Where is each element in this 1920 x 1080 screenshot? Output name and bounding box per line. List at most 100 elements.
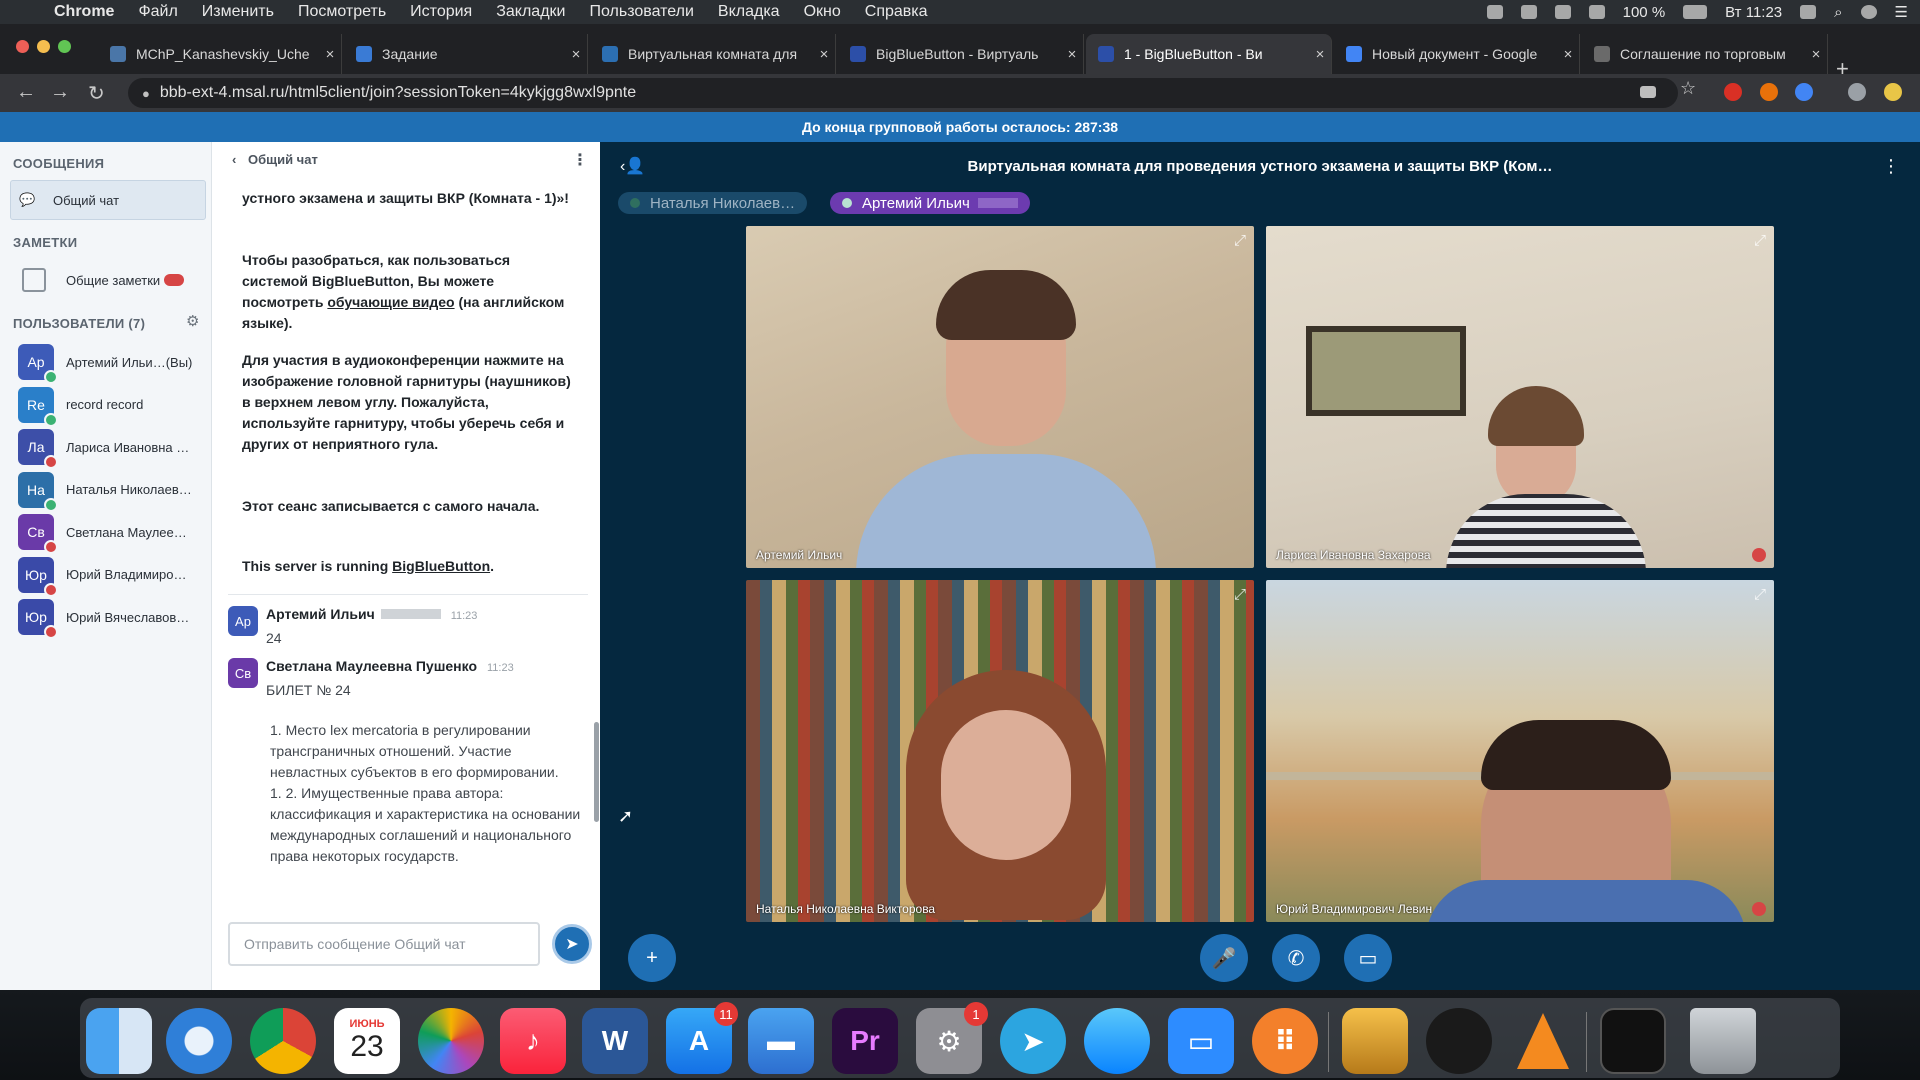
user-list-item[interactable]: Св Светлана Маулее… (18, 512, 208, 554)
fullscreen-icon[interactable]: ⤢ (1234, 586, 1246, 603)
display-icon[interactable] (1588, 5, 1605, 19)
profile-avatar-icon[interactable] (1848, 83, 1866, 101)
browser-tab[interactable]: Новый документ - Google × (1334, 34, 1580, 74)
forward-arrow-icon[interactable]: → (50, 81, 70, 104)
browser-tab[interactable]: Соглашение по торговым × (1582, 34, 1828, 74)
browser-tab[interactable]: MChP_Kanashevskiy_Uche × (98, 34, 342, 74)
menu-help[interactable]: Справка (865, 3, 928, 21)
spotlight-search-icon[interactable]: ⌕ (1834, 4, 1842, 21)
audio-phone-button[interactable]: ✆ (1272, 934, 1320, 982)
tab-close-icon[interactable]: × (1309, 46, 1331, 63)
tab-close-icon[interactable]: × (1805, 46, 1827, 63)
menu-bookmarks[interactable]: Закладки (496, 3, 565, 21)
browser-tab[interactable]: Виртуальная комната для × (590, 34, 836, 74)
bigbluebutton-link[interactable]: BigBlueButton (392, 558, 490, 574)
send-message-button[interactable]: ➤ (552, 924, 592, 964)
window-zoom-button[interactable] (58, 40, 71, 53)
battery-icon[interactable] (1683, 5, 1708, 19)
menu-edit[interactable]: Изменить (202, 3, 274, 21)
battery-percent[interactable]: 100 % (1623, 4, 1666, 21)
shared-notes-item[interactable]: Общие заметки (10, 260, 206, 300)
tab-close-icon[interactable]: × (1557, 46, 1579, 63)
menubar-clock[interactable]: Вт 11:23 (1725, 4, 1782, 21)
video-tile[interactable]: Артемий Ильич ⤢ (746, 226, 1254, 568)
user-list-item[interactable]: Re record record (18, 385, 208, 427)
safari-icon[interactable] (166, 1008, 232, 1074)
browser-tab[interactable]: BigBlueButton - Виртуаль × (838, 34, 1084, 74)
camera-button[interactable]: ▭ (1344, 934, 1392, 982)
shield-extension-icon[interactable] (1795, 83, 1813, 101)
trash-icon[interactable] (1690, 1008, 1756, 1074)
video-tile[interactable]: Юрий Владимирович Левин ⤢ (1266, 580, 1774, 922)
window-close-button[interactable] (16, 40, 29, 53)
public-chat-item[interactable]: 💬 Общий чат (10, 180, 206, 220)
keynote-icon[interactable]: ▬ (748, 1008, 814, 1074)
input-language-icon[interactable] (1800, 5, 1817, 19)
menu-tab[interactable]: Вкладка (718, 3, 780, 21)
user-list-item[interactable]: На Наталья Николаев… (18, 470, 208, 512)
talking-indicator[interactable]: Артемий Ильич (830, 192, 1030, 214)
premiere-pro-icon[interactable]: Pr (832, 1008, 898, 1074)
telegram-icon[interactable]: ➤ (1000, 1008, 1066, 1074)
browser-tab[interactable]: Задание × (344, 34, 588, 74)
actions-plus-button[interactable]: + (628, 934, 676, 982)
menu-profiles[interactable]: Пользователи (589, 3, 693, 21)
extension-icon[interactable] (1760, 83, 1778, 101)
photos-icon[interactable] (418, 1008, 484, 1074)
notification-center-icon[interactable]: ☰ (1895, 3, 1908, 21)
back-arrow-icon[interactable]: ← (16, 81, 36, 104)
user-list-item[interactable]: Юр Юрий Вячеславов… (18, 597, 208, 639)
screen-thumbnail-icon[interactable] (1600, 1008, 1666, 1074)
menu-app-name[interactable]: Chrome (54, 3, 114, 21)
bookmark-star-icon[interactable]: ☆ (1680, 78, 1698, 98)
users-settings-gear-icon[interactable]: ⚙ (186, 312, 199, 330)
camera-permission-icon[interactable] (1640, 86, 1656, 98)
chrome-icon[interactable] (250, 1008, 316, 1074)
chat-header-title[interactable]: Общий чат (248, 152, 318, 167)
tutorial-video-link[interactable]: обучающие видео (327, 294, 454, 310)
fullscreen-icon[interactable]: ⤢ (1754, 232, 1766, 249)
video-tile[interactable]: Наталья Николаевна Викторова ⤢ (746, 580, 1254, 922)
menu-file[interactable]: Файл (138, 3, 177, 21)
microphone-button[interactable]: 🎤 (1200, 934, 1248, 982)
tab-close-icon[interactable]: × (1061, 46, 1083, 63)
user-list-item[interactable]: Ла Лариса Ивановна … (18, 427, 208, 469)
chat-scrollbar-thumb[interactable] (594, 722, 599, 822)
address-bar[interactable]: ● bbb-ext-4.msal.ru/html5client/join?ses… (128, 78, 1678, 108)
tab-close-icon[interactable]: × (813, 46, 835, 63)
adblock-extension-icon[interactable] (1724, 83, 1742, 101)
tab-close-icon[interactable]: × (319, 46, 341, 63)
record-status-icon[interactable] (1486, 5, 1503, 19)
chat-options-icon[interactable]: ⋮ (572, 150, 588, 170)
user-list-item[interactable]: Юр Юрий Владимиро… (18, 555, 208, 597)
chat-back-chevron-icon[interactable]: ‹ (232, 152, 236, 167)
music-icon[interactable]: ♪ (500, 1008, 566, 1074)
vlc-icon[interactable] (1510, 1008, 1576, 1074)
menu-window[interactable]: Окно (804, 3, 841, 21)
finder-icon[interactable] (86, 1008, 152, 1074)
fullscreen-icon[interactable]: ⤢ (1234, 232, 1246, 249)
video-tile[interactable]: Лариса Ивановна Захарова ⤢ (1266, 226, 1774, 568)
obs-status-icon[interactable] (1520, 5, 1537, 19)
chrome-update-icon[interactable] (1884, 83, 1902, 101)
reload-icon[interactable]: ↻ (88, 81, 105, 106)
wifi-icon[interactable] (1554, 5, 1571, 19)
skype-icon[interactable] (1084, 1008, 1150, 1074)
system-preferences-icon[interactable]: ⚙ 1 (916, 1002, 988, 1074)
menu-history[interactable]: История (410, 3, 472, 21)
talking-indicator[interactable]: Наталья Николаев… (618, 192, 808, 214)
app-store-icon[interactable]: A 11 (666, 1002, 738, 1074)
zoom-icon[interactable]: ▭ (1168, 1008, 1234, 1074)
launchpad-icon[interactable]: ⠿ (1252, 1008, 1318, 1074)
fullscreen-icon[interactable]: ⤢ (1754, 586, 1766, 603)
word-icon[interactable]: W (582, 1008, 648, 1074)
calendar-icon[interactable]: ИЮНЬ 23 (334, 1008, 400, 1074)
user-list-item[interactable]: Ар Артемий Ильи…(Вы) (18, 342, 208, 384)
meeting-options-icon[interactable]: ⋮ (1882, 156, 1900, 177)
tab-close-icon[interactable]: × (565, 46, 587, 63)
user-avatar-icon[interactable] (1860, 5, 1877, 19)
window-minimize-button[interactable] (37, 40, 50, 53)
hearthstone-icon[interactable] (1342, 1008, 1408, 1074)
menu-view[interactable]: Посмотреть (298, 3, 386, 21)
chat-message-input[interactable]: Отправить сообщение Общий чат (228, 922, 540, 966)
